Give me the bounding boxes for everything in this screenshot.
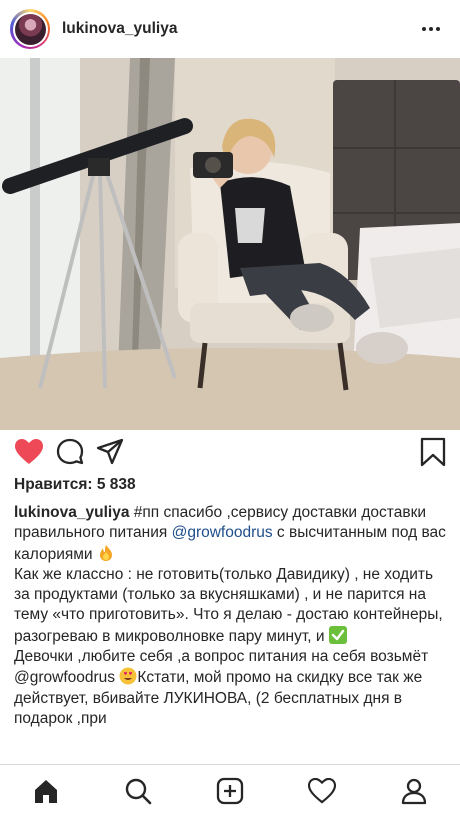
avatar-image (14, 13, 46, 45)
post-header: lukinova_yuliya (0, 0, 460, 58)
post-caption: lukinova_yuliya #пп спасибо ,сервису дос… (14, 503, 450, 761)
caption-username[interactable]: lukinova_yuliya (14, 504, 129, 521)
share-icon[interactable] (96, 438, 124, 466)
more-dots-icon[interactable] (416, 21, 446, 37)
heart-filled-icon[interactable] (14, 438, 44, 466)
heart-eyes-emoji-icon (119, 667, 137, 685)
mention-link[interactable]: @growfoodrus (172, 524, 273, 541)
post-username[interactable]: lukinova_yuliya (62, 20, 416, 38)
search-icon[interactable] (115, 768, 161, 814)
comment-icon[interactable] (56, 438, 84, 466)
fire-emoji-icon (99, 544, 112, 561)
post-actions (0, 430, 460, 474)
check-mark-emoji-icon (328, 625, 347, 644)
activity-heart-icon[interactable] (299, 768, 345, 814)
add-post-icon[interactable] (207, 768, 253, 814)
home-icon[interactable] (23, 768, 69, 814)
post-photo[interactable] (0, 58, 460, 430)
bookmark-icon[interactable] (420, 437, 446, 467)
avatar[interactable] (10, 9, 50, 49)
bottom-navigation (0, 764, 460, 816)
caption-text: Как же классно : не готовить(только Дави… (14, 565, 443, 645)
likes-count[interactable]: Нравится: 5 838 (14, 476, 136, 494)
profile-icon[interactable] (391, 768, 437, 814)
